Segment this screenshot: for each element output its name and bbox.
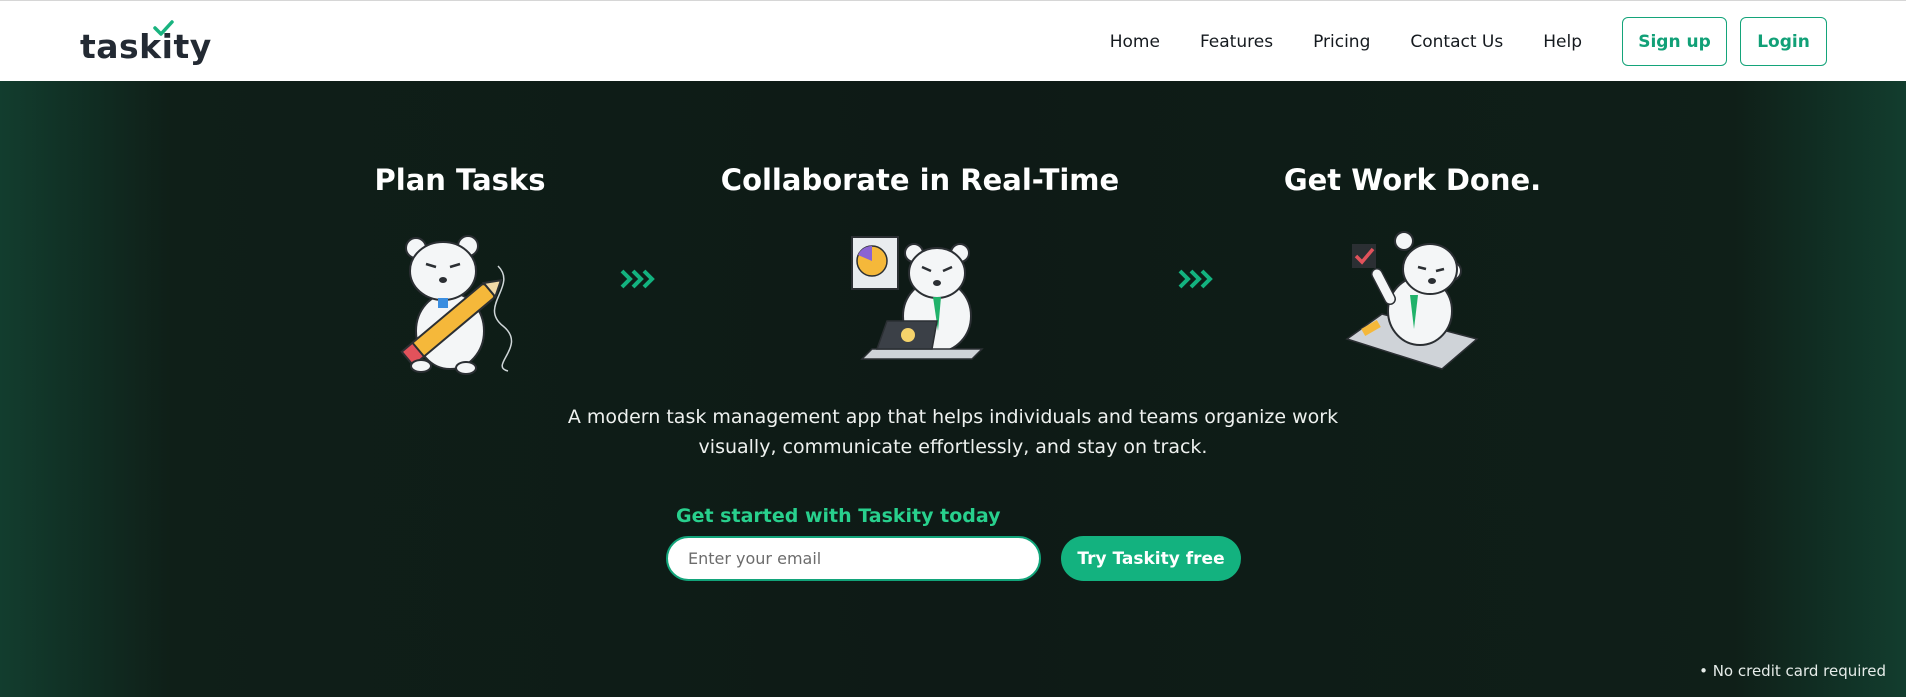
- nav-home[interactable]: Home: [1110, 32, 1160, 52]
- bear-pencil-illustration: [400, 235, 513, 375]
- nav-contact-us[interactable]: Contact Us: [1410, 32, 1503, 52]
- bear-laptop-illustration: [851, 236, 984, 360]
- hero-section: Plan Tasks Collaborate in Real-Time Get …: [0, 81, 1906, 697]
- top-navbar: taskity Home Features Pricing Contact Us…: [0, 0, 1906, 81]
- no-credit-card-note: • No credit card required: [1699, 662, 1886, 680]
- logo-checkmark-icon: [153, 20, 174, 36]
- logo-text: taskity: [80, 27, 212, 66]
- login-button[interactable]: Login: [1740, 17, 1827, 66]
- taskity-logo[interactable]: taskity: [80, 17, 212, 67]
- cta-label: Get started with Taskity today: [676, 505, 1001, 527]
- step-title-collaborate: Collaborate in Real-Time: [720, 163, 1120, 197]
- tagline-line-2: visually, communicate effortlessly, and …: [698, 436, 1208, 458]
- bear-checklist-illustration: [1345, 231, 1479, 370]
- chevron-arrows-icon: [620, 269, 655, 289]
- email-input[interactable]: [666, 536, 1041, 581]
- main-nav: Home Features Pricing Contact Us Help: [1110, 1, 1582, 82]
- step-title-get-work-done: Get Work Done.: [1283, 163, 1542, 197]
- nav-features[interactable]: Features: [1200, 32, 1273, 52]
- step-title-plan-tasks: Plan Tasks: [374, 163, 546, 197]
- nav-help[interactable]: Help: [1543, 32, 1582, 52]
- signup-button[interactable]: Sign up: [1622, 17, 1727, 66]
- tagline-line-1: A modern task management app that helps …: [567, 406, 1339, 428]
- hero-tagline: A modern task management app that helps …: [553, 402, 1353, 462]
- nav-pricing[interactable]: Pricing: [1313, 32, 1370, 52]
- chevron-arrows-icon: [1178, 269, 1213, 289]
- try-taskity-free-button[interactable]: Try Taskity free: [1061, 536, 1241, 581]
